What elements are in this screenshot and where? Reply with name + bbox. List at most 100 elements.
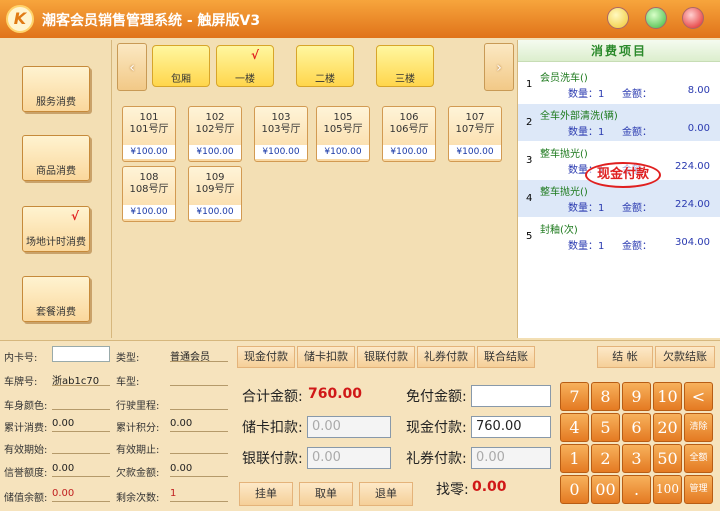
room-tile[interactable]: 108 108号厅 ¥100.00: [122, 166, 176, 222]
clear-key[interactable]: 清除: [684, 413, 713, 442]
tab-combined-checkout[interactable]: 联合结账: [477, 346, 535, 368]
cash-payment-input[interactable]: 760.00: [471, 416, 551, 438]
room-tile[interactable]: 102 102号厅 ¥100.00: [188, 106, 242, 162]
category-panel: 服务消费 商品消费 √ 场地计时消费 套餐消费: [0, 40, 112, 338]
category-goods-button[interactable]: 商品消费: [22, 135, 90, 181]
key-6[interactable]: 6: [622, 413, 651, 442]
tab-unionpay-payment[interactable]: 银联付款: [357, 346, 415, 368]
key-4[interactable]: 4: [560, 413, 589, 442]
room-code: 102: [205, 112, 225, 123]
card-no-input[interactable]: [52, 346, 110, 362]
floor-tab-box[interactable]: 包厢: [152, 45, 210, 87]
item-amount-label: 金额：: [622, 89, 652, 100]
coupon-input[interactable]: 0.00: [471, 447, 551, 469]
category-label: 场地计时消费: [26, 237, 86, 248]
item-amount: 0.00: [687, 123, 710, 134]
floor-tab-3f[interactable]: 三楼: [376, 45, 434, 87]
item-name: 全车外部清洗(辆): [540, 111, 618, 122]
total-spend-value: 0.00: [52, 418, 110, 432]
key-3[interactable]: 3: [622, 444, 651, 473]
mileage-label: 行驶里程:: [116, 401, 160, 412]
app-logo: K: [6, 5, 34, 33]
room-name: 101号厅: [129, 124, 169, 135]
color-value: [52, 396, 110, 410]
item-amount: 8.00: [687, 85, 710, 96]
scroll-right-icon[interactable]: ›: [484, 43, 514, 91]
key-9[interactable]: 9: [622, 382, 651, 411]
key-2[interactable]: 2: [591, 444, 620, 473]
key-0[interactable]: 0: [560, 475, 589, 504]
debt-value: 0.00: [170, 463, 228, 477]
credit-label: 信誉额度:: [4, 468, 48, 479]
list-item[interactable]: 1 会员洗车() 数量：1 金额： 8.00: [518, 66, 720, 103]
maximize-button[interactable]: [645, 7, 667, 29]
window-title: 潮客会员销售管理系统 - 触屏版V3: [42, 13, 261, 29]
room-name: 105号厅: [323, 124, 363, 135]
item-amount: 304.00: [675, 237, 710, 248]
total-spend-label: 累计消费:: [4, 423, 48, 434]
title-bar: K 潮客会员销售管理系统 - 触屏版V3: [0, 0, 720, 38]
category-service-button[interactable]: 服务消费: [22, 66, 90, 112]
key-dot[interactable]: .: [622, 475, 651, 504]
floor-bar: ‹ 包厢 √ 一楼 二楼 三楼 ›: [114, 40, 516, 96]
manage-key[interactable]: 管理: [684, 475, 713, 504]
cancel-order-button[interactable]: 退单: [359, 482, 413, 506]
room-tile[interactable]: 107 107号厅 ¥100.00: [448, 106, 502, 162]
item-amount-label: 金额：: [622, 241, 652, 252]
floor-tab-1f[interactable]: √ 一楼: [216, 45, 274, 87]
room-tile[interactable]: 106 106号厅 ¥100.00: [382, 106, 436, 162]
key-100[interactable]: 100: [653, 475, 682, 504]
room-tile[interactable]: 109 109号厅 ¥100.00: [188, 166, 242, 222]
room-tile[interactable]: 103 103号厅 ¥100.00: [254, 106, 308, 162]
card-no-label: 内卡号:: [4, 353, 38, 364]
category-package-button[interactable]: 套餐消费: [22, 276, 90, 322]
free-amount-input[interactable]: [471, 385, 551, 407]
key-00[interactable]: 00: [591, 475, 620, 504]
bottom-panel: 内卡号: 类型: 普通会员 车牌号: 浙ab1c70 车型: 车身颜色: 行驶里…: [0, 340, 720, 511]
owe-checkout-button[interactable]: 欠款结账: [655, 346, 715, 368]
coupon-label: 礼券付款:: [406, 451, 467, 467]
key-8[interactable]: 8: [591, 382, 620, 411]
item-name: 整车抛光(): [540, 187, 588, 198]
full-amount-key[interactable]: 全额: [684, 444, 713, 473]
key-1[interactable]: 1: [560, 444, 589, 473]
balance-label: 储值余额:: [4, 493, 48, 504]
tab-coupon-payment[interactable]: 礼券付款: [417, 346, 475, 368]
tab-cash-payment[interactable]: 现金付款: [237, 346, 295, 368]
backspace-key[interactable]: <—: [684, 382, 713, 433]
key-5[interactable]: 5: [591, 413, 620, 442]
scroll-left-icon[interactable]: ‹: [117, 43, 147, 91]
room-tile[interactable]: 101 101号厅 ¥100.00: [122, 106, 176, 162]
floor-label: 一楼: [235, 74, 255, 85]
plate-label: 车牌号:: [4, 377, 38, 388]
consumption-items-panel: 消费项目 1 会员洗车() 数量：1 金额： 8.00 2 全车外部清洗(辆) 数量：1 金额…: [517, 40, 720, 338]
unionpay-input[interactable]: 0.00: [307, 447, 391, 469]
room-price: ¥100.00: [189, 145, 241, 159]
retrieve-order-button[interactable]: 取单: [299, 482, 353, 506]
list-item[interactable]: 5 封釉(次) 数量：1 金额： 304.00: [518, 218, 720, 255]
list-item[interactable]: 2 全车外部清洗(辆) 数量：1 金额： 0.00: [518, 104, 720, 141]
key-10[interactable]: 10: [653, 382, 682, 411]
card-deduct-label: 储卡扣款:: [242, 420, 303, 436]
tab-card-payment[interactable]: 储卡扣款: [297, 346, 355, 368]
checkout-button[interactable]: 结 帐: [597, 346, 653, 368]
key-7[interactable]: 7: [560, 382, 589, 411]
floor-tab-2f[interactable]: 二楼: [296, 45, 354, 87]
room-tile[interactable]: 105 105号厅 ¥100.00: [316, 106, 370, 162]
items-header: 消费项目: [518, 40, 720, 62]
room-name: 108号厅: [129, 184, 169, 195]
check-mark-icon: √: [70, 209, 79, 223]
key-50[interactable]: 50: [653, 444, 682, 473]
card-deduct-input[interactable]: 0.00: [307, 416, 391, 438]
close-button[interactable]: [682, 7, 704, 29]
room-price: ¥100.00: [449, 145, 501, 159]
item-name: 整车抛光(): [540, 149, 588, 160]
minimize-button[interactable]: [607, 7, 629, 29]
item-name: 封釉(次): [540, 225, 578, 236]
category-venue-timing-button[interactable]: √ 场地计时消费: [22, 206, 90, 252]
model-value: [170, 372, 228, 386]
key-20[interactable]: 20: [653, 413, 682, 442]
room-code: 109: [205, 172, 225, 183]
hold-order-button[interactable]: 挂单: [239, 482, 293, 506]
remaining-value: 1: [170, 488, 228, 502]
